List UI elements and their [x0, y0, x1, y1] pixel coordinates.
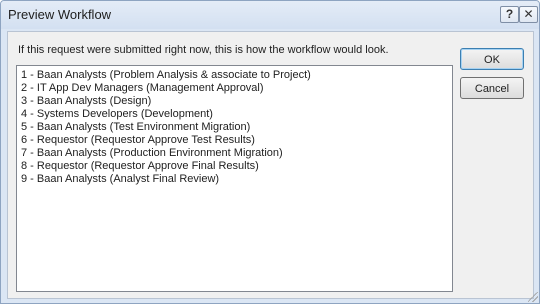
workflow-steps-list[interactable]: 1 - Baan Analysts (Problem Analysis & as…: [16, 65, 453, 292]
dialog-title: Preview Workflow: [8, 7, 112, 22]
list-item[interactable]: 3 - Baan Analysts (Design): [21, 95, 448, 108]
preview-workflow-dialog: Preview Workflow ? ✕ If this request wer…: [0, 0, 540, 304]
help-button[interactable]: ?: [500, 6, 519, 23]
list-item[interactable]: 2 - IT App Dev Managers (Management Appr…: [21, 82, 448, 95]
list-item[interactable]: 5 - Baan Analysts (Test Environment Migr…: [21, 121, 448, 134]
instruction-text: If this request were submitted right now…: [18, 44, 389, 56]
close-button[interactable]: ✕: [519, 6, 538, 23]
title-bar[interactable]: Preview Workflow ? ✕: [1, 1, 539, 29]
cancel-button[interactable]: Cancel: [460, 77, 524, 99]
list-item[interactable]: 7 - Baan Analysts (Production Environmen…: [21, 147, 448, 160]
list-item[interactable]: 4 - Systems Developers (Development): [21, 108, 448, 121]
list-item[interactable]: 1 - Baan Analysts (Problem Analysis & as…: [21, 69, 448, 82]
list-item[interactable]: 8 - Requestor (Requestor Approve Final R…: [21, 160, 448, 173]
list-item[interactable]: 9 - Baan Analysts (Analyst Final Review): [21, 173, 448, 186]
resize-grip-icon[interactable]: [528, 292, 538, 302]
list-item[interactable]: 6 - Requestor (Requestor Approve Test Re…: [21, 134, 448, 147]
dialog-body: If this request were submitted right now…: [7, 31, 534, 299]
ok-button[interactable]: OK: [460, 48, 524, 70]
